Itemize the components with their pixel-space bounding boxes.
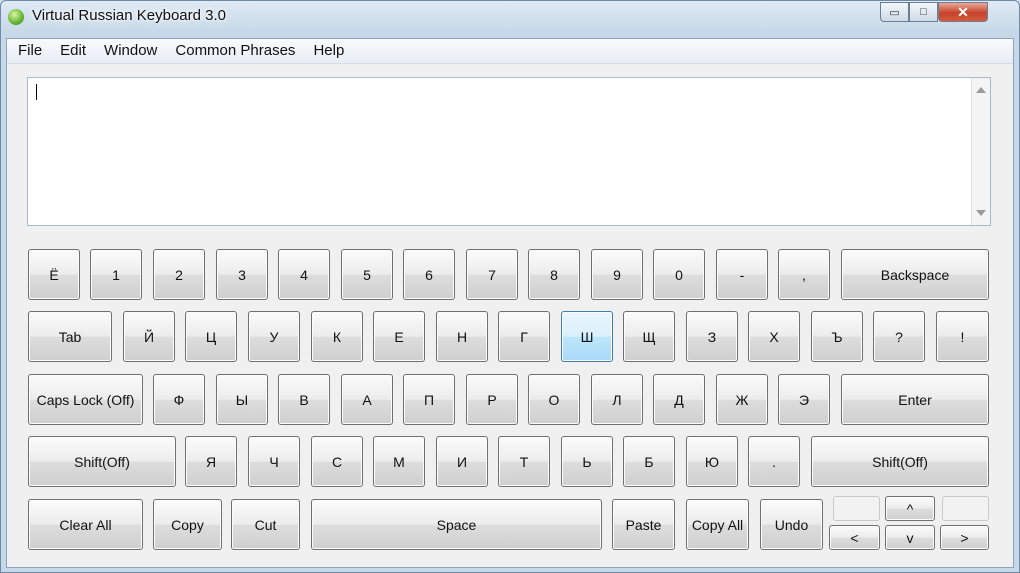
minimize-button[interactable]: ▭ [880,2,909,22]
key-ch[interactable]: Ч [248,436,300,487]
key-4[interactable]: 4 [278,249,330,300]
key-n[interactable]: Н [436,311,488,362]
menu-window[interactable]: Window [95,39,166,63]
key-9[interactable]: 9 [591,249,643,300]
key-g[interactable]: Г [498,311,550,362]
cut-button[interactable]: Cut [231,499,300,550]
undo-button[interactable]: Undo [760,499,823,550]
key-o[interactable]: О [528,374,580,425]
key-u[interactable]: У [248,311,300,362]
arrow-left-button[interactable]: < [829,525,880,550]
menu-file[interactable]: File [9,39,51,63]
key-space[interactable]: Space [311,499,602,550]
key-p[interactable]: П [403,374,455,425]
copy-button[interactable]: Copy [153,499,222,550]
key-enter[interactable]: Enter [841,374,989,425]
key-ts[interactable]: Ц [185,311,237,362]
key-period[interactable]: . [748,436,800,487]
key-8[interactable]: 8 [528,249,580,300]
key-m[interactable]: М [373,436,425,487]
key-shift-right[interactable]: Shift(Off) [811,436,989,487]
key-yo[interactable]: Ё [28,249,80,300]
text-input-area[interactable] [27,77,991,226]
key-exclamation[interactable]: ! [936,311,989,362]
key-kh[interactable]: Х [748,311,800,362]
key-t[interactable]: Т [498,436,550,487]
key-3[interactable]: 3 [216,249,268,300]
key-e[interactable]: Э [778,374,830,425]
menu-bar: File Edit Window Common Phrases Help [7,39,1013,64]
key-7[interactable]: 7 [466,249,518,300]
menu-edit[interactable]: Edit [51,39,95,63]
key-shift-left[interactable]: Shift(Off) [28,436,176,487]
key-tab[interactable]: Tab [28,311,112,362]
key-6[interactable]: 6 [403,249,455,300]
key-question[interactable]: ? [873,311,925,362]
key-caps-lock[interactable]: Caps Lock (Off) [28,374,143,425]
key-5[interactable]: 5 [341,249,393,300]
text-caret [36,84,37,100]
copy-all-button[interactable]: Copy All [686,499,749,550]
app-icon [8,9,24,25]
key-sh[interactable]: Ш [561,311,613,362]
vertical-scrollbar[interactable] [971,78,990,225]
title-bar[interactable]: Virtual Russian Keyboard 3.0 ▭ □ ✕ [1,1,1019,35]
key-l[interactable]: Л [591,374,643,425]
key-zh[interactable]: Ж [716,374,768,425]
scroll-up-icon[interactable] [976,87,986,93]
key-z[interactable]: З [686,311,738,362]
window-title: Virtual Russian Keyboard 3.0 [32,7,227,24]
key-backspace[interactable]: Backspace [841,249,989,300]
key-a[interactable]: А [341,374,393,425]
key-0[interactable]: 0 [653,249,705,300]
key-1[interactable]: 1 [90,249,142,300]
key-d[interactable]: Д [653,374,705,425]
key-comma[interactable]: , [778,249,830,300]
menu-help[interactable]: Help [304,39,353,63]
key-shch[interactable]: Щ [623,311,675,362]
scroll-down-icon[interactable] [976,210,986,216]
app-window: Virtual Russian Keyboard 3.0 ▭ □ ✕ File … [0,0,1020,573]
key-hard-sign[interactable]: Ъ [811,311,863,362]
key-b[interactable]: Б [623,436,675,487]
close-button[interactable]: ✕ [938,2,988,22]
arrow-down-button[interactable]: v [885,525,935,550]
key-minus[interactable]: - [716,249,768,300]
key-k[interactable]: К [311,311,363,362]
key-y[interactable]: Ы [216,374,268,425]
arrow-blank-top-left [833,496,880,521]
key-i[interactable]: И [436,436,488,487]
paste-button[interactable]: Paste [612,499,675,550]
key-f[interactable]: Ф [153,374,205,425]
clear-all-button[interactable]: Clear All [28,499,143,550]
arrow-blank-top-right [942,496,989,521]
key-2[interactable]: 2 [153,249,205,300]
client-area: File Edit Window Common Phrases Help Ё 1… [6,38,1014,568]
menu-common-phrases[interactable]: Common Phrases [166,39,304,63]
key-soft-sign[interactable]: Ь [561,436,613,487]
key-ya[interactable]: Я [185,436,237,487]
key-ye[interactable]: Е [373,311,425,362]
key-s[interactable]: С [311,436,363,487]
arrow-right-button[interactable]: > [940,525,989,550]
maximize-button[interactable]: □ [909,2,938,22]
key-i-kratkoye[interactable]: Й [123,311,175,362]
key-yu[interactable]: Ю [686,436,738,487]
arrow-up-button[interactable]: ^ [885,496,935,521]
key-v[interactable]: В [278,374,330,425]
key-r[interactable]: Р [466,374,518,425]
